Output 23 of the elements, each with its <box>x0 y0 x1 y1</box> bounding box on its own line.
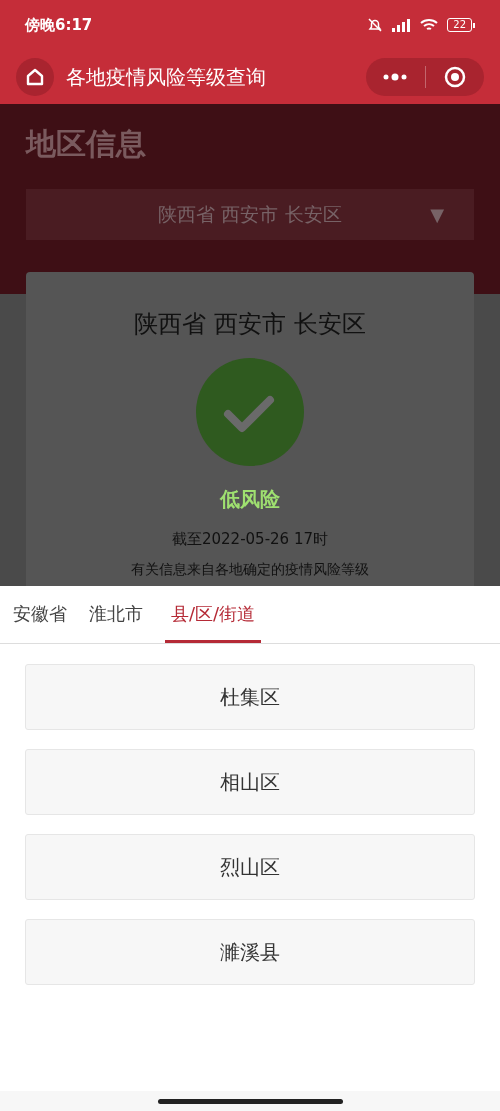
region-option[interactable]: 濉溪县 <box>25 919 475 985</box>
source-note: 有关信息来自各地确定的疫情风险等级 <box>131 559 369 579</box>
region-tab[interactable]: 县/区/街道 <box>165 586 262 643</box>
battery-level: 22 <box>447 18 472 32</box>
region-tab[interactable]: 淮北市 <box>89 586 143 643</box>
region-option[interactable]: 相山区 <box>25 749 475 815</box>
home-icon <box>25 67 45 87</box>
update-time: 截至2022-05-26 17时 <box>172 529 328 550</box>
status-time: 傍晚6:17 <box>25 14 93 36</box>
region-tab[interactable]: 安徽省 <box>13 586 67 643</box>
region-option[interactable]: 杜集区 <box>25 664 475 730</box>
page-title: 各地疫情风险等级查询 <box>66 64 267 91</box>
dropdown-value: 陕西省 西安市 长安区 <box>158 202 342 228</box>
dropdown-arrow: ▼ <box>430 203 444 227</box>
home-button[interactable] <box>16 58 54 96</box>
section-heading: 地区信息 <box>26 125 147 163</box>
bell-off-icon <box>367 17 384 33</box>
location-text: 陕西省 西安市 长安区 <box>134 309 366 340</box>
region-option[interactable]: 烈山区 <box>25 834 475 900</box>
risk-level: 低风险 <box>220 486 280 513</box>
wifi-icon <box>419 17 440 33</box>
signal-icon <box>391 17 412 33</box>
more-icon <box>382 73 409 81</box>
